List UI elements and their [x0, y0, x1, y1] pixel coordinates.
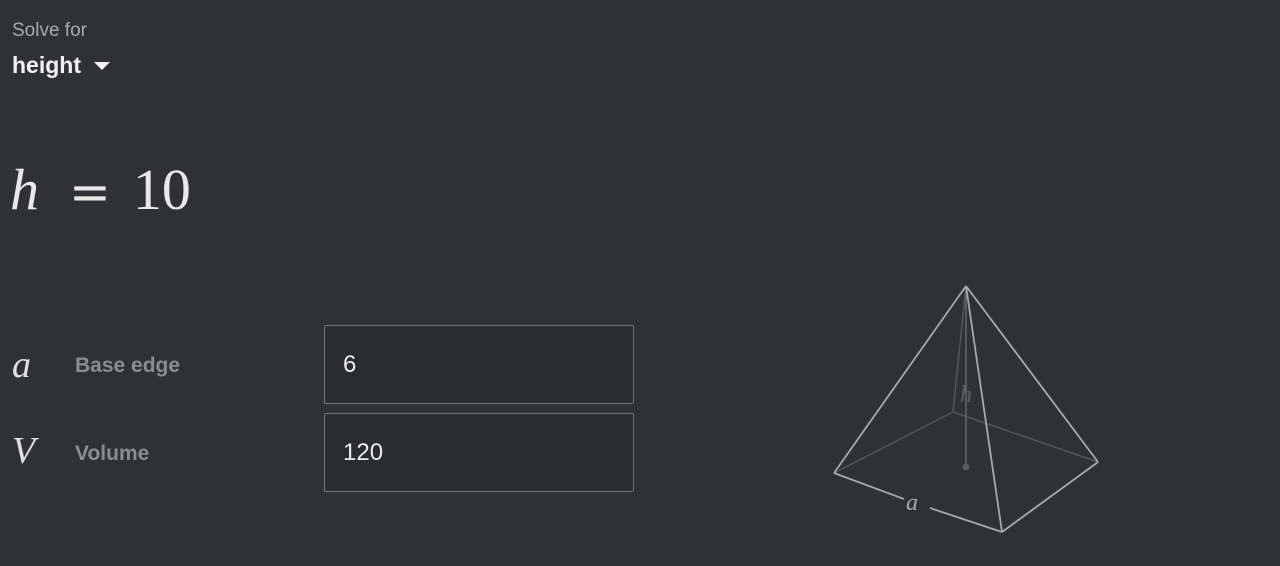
- result-variable: h: [10, 157, 39, 222]
- height-label: h: [960, 382, 972, 408]
- solve-for-dropdown[interactable]: height: [12, 51, 110, 79]
- hidden-edge-right: [952, 411, 1099, 463]
- volume-input[interactable]: [325, 414, 633, 491]
- result-equation: h = 10: [10, 158, 191, 224]
- edge-label: a: [906, 490, 918, 516]
- base-edge-field[interactable]: [324, 325, 634, 404]
- base-edge-label: Base edge: [75, 354, 181, 377]
- input-row-base-edge: a Base edge: [0, 325, 640, 407]
- solve-for-label: Solve for: [12, 20, 87, 41]
- volume-symbol: V: [12, 430, 36, 472]
- calculator-page: Solve for height h = 10 a Base edge V Vo…: [0, 0, 1280, 566]
- solve-for-value: height: [12, 52, 81, 78]
- front-edge: [965, 285, 1003, 533]
- base-edge-symbol: a: [12, 344, 31, 386]
- front-right-edge: [965, 285, 1099, 463]
- input-row-volume: V Volume: [0, 413, 640, 495]
- chevron-down-icon: [94, 62, 110, 70]
- equals-sign: =: [69, 163, 111, 221]
- result-value: 10: [132, 157, 191, 222]
- volume-field[interactable]: [324, 413, 634, 492]
- hidden-edge-left: [833, 411, 954, 474]
- base-right-edge: [1001, 461, 1099, 533]
- base-front-edge-b: [929, 507, 1003, 533]
- volume-label: Volume: [75, 442, 150, 465]
- base-front-edge-a: [833, 472, 905, 500]
- base-center-dot: [962, 463, 970, 471]
- pyramid-diagram: h a: [833, 285, 1099, 533]
- base-edge-input[interactable]: [325, 326, 633, 403]
- front-left-edge: [833, 285, 967, 474]
